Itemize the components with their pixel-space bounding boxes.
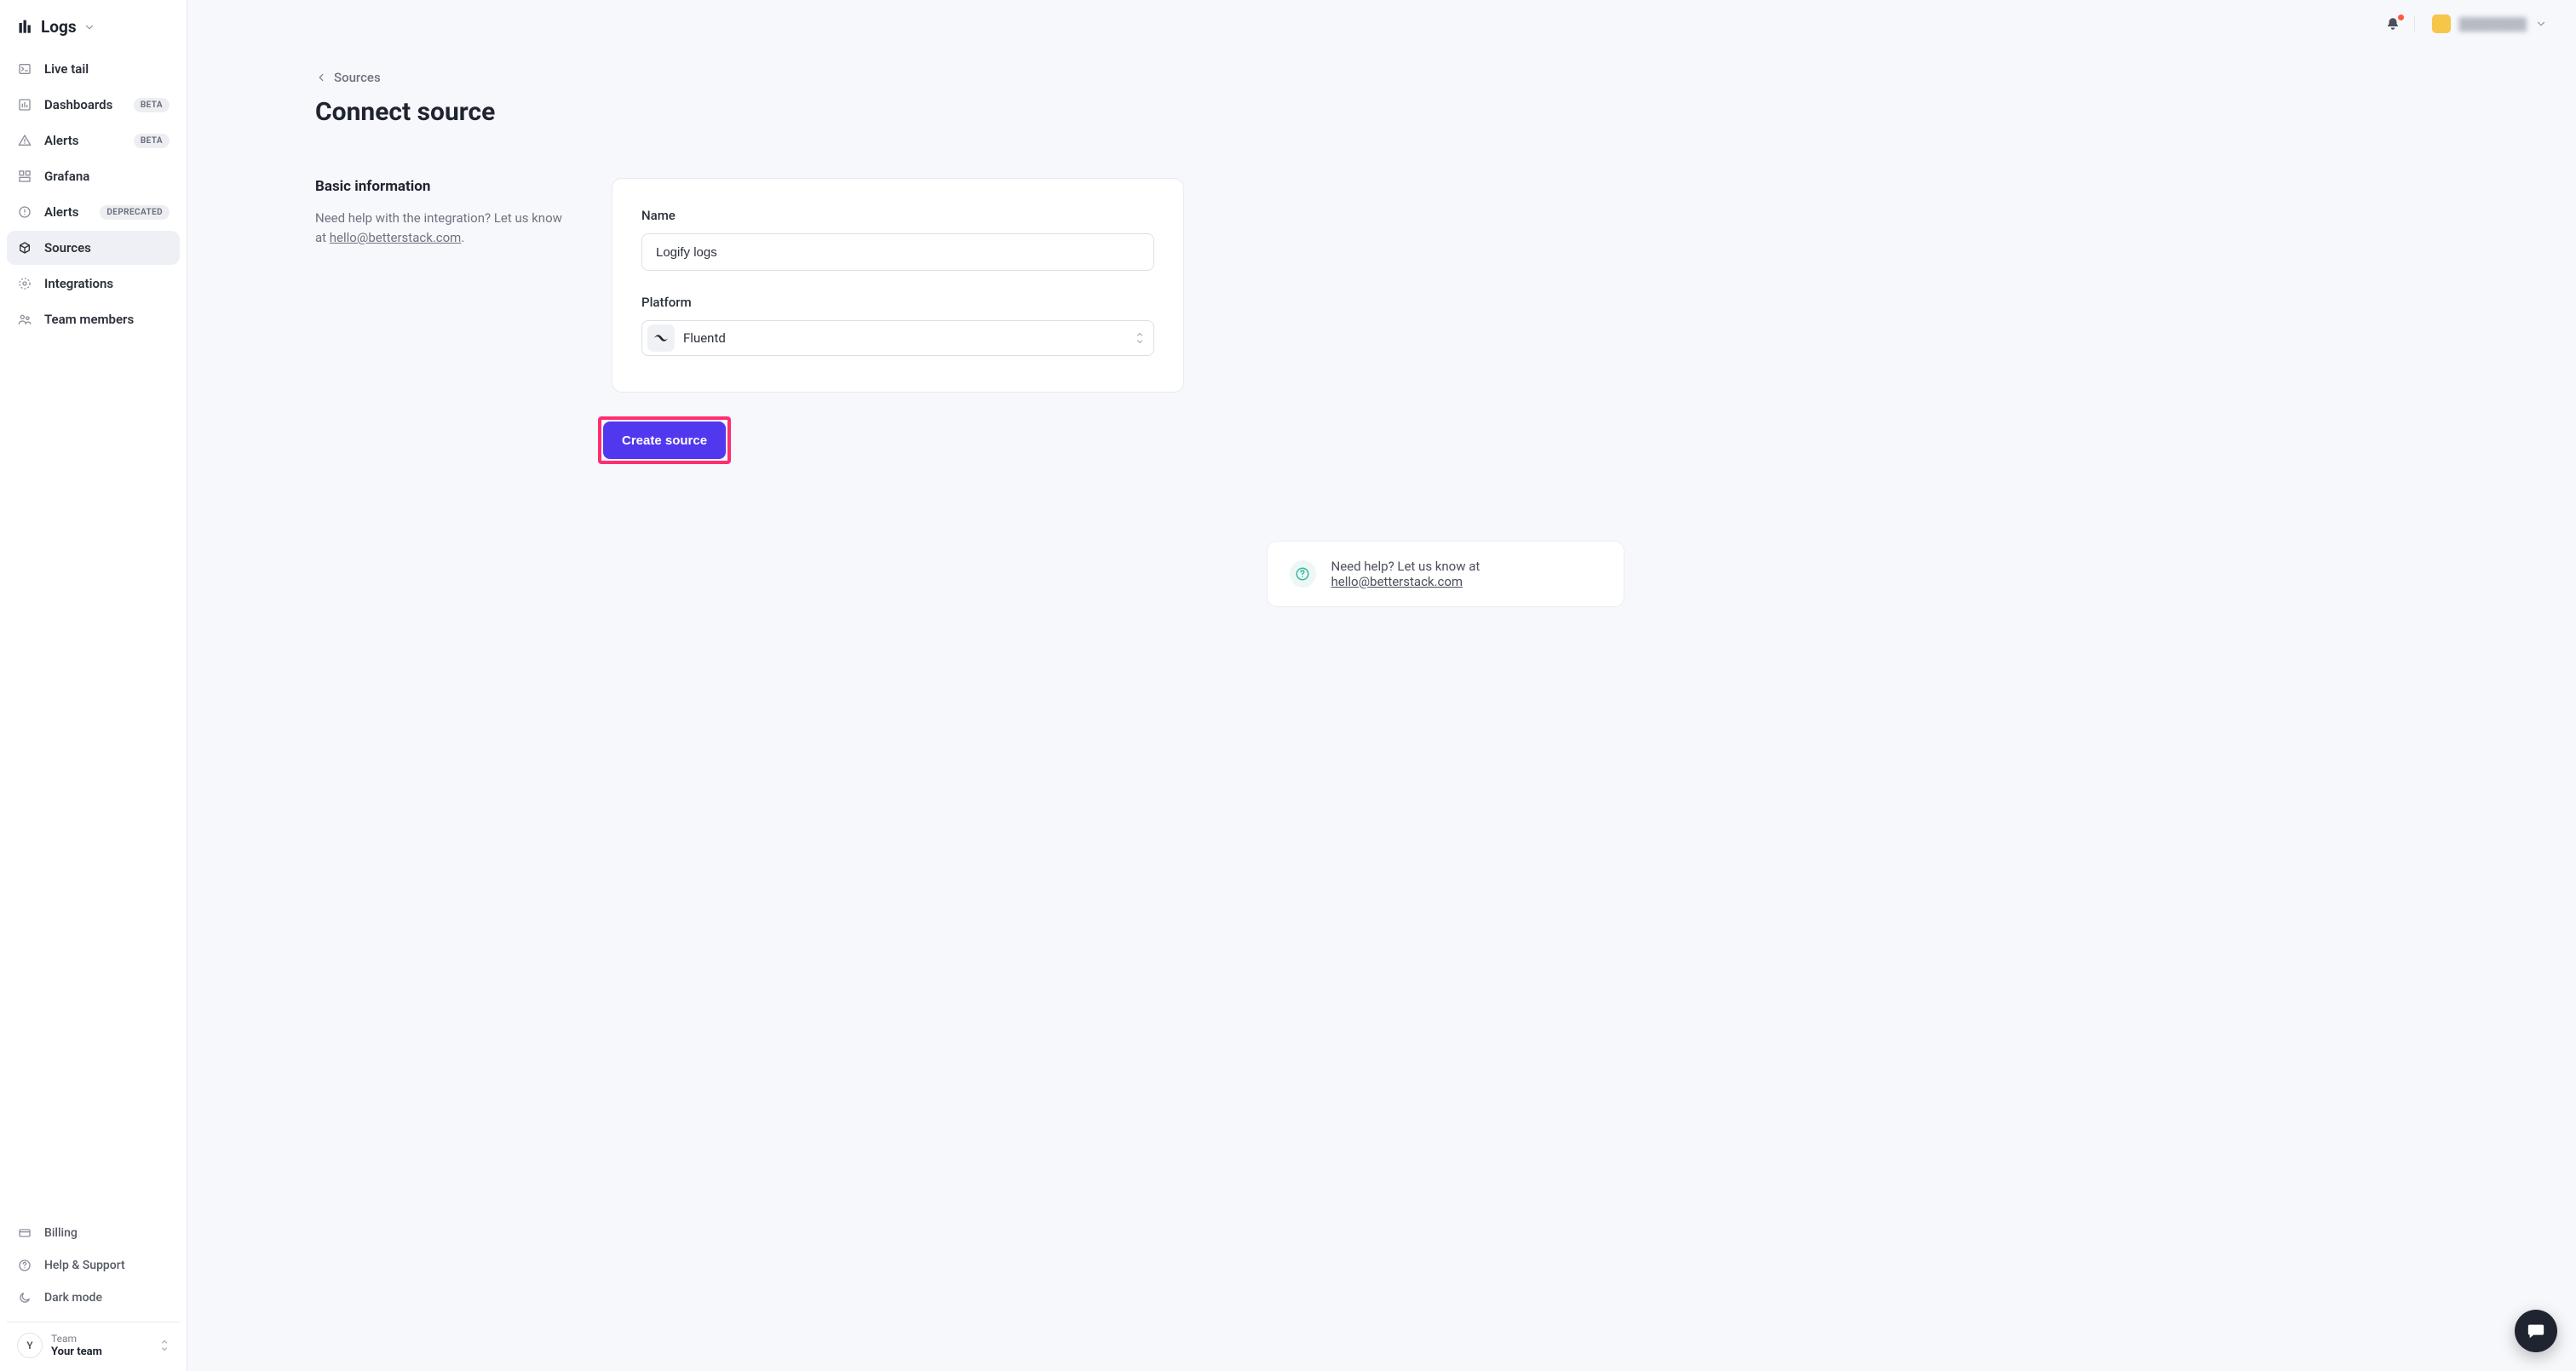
sidebar-item-label: Dashboards (44, 97, 112, 112)
sidebar-item-grafana[interactable]: Grafana (7, 159, 180, 193)
sidebar-item-live-tail[interactable]: Live tail (7, 52, 180, 86)
sidebar-item-label: Grafana (44, 169, 89, 184)
create-source-button[interactable]: Create source (603, 422, 726, 459)
sidebar-item-label: Team members (44, 312, 134, 327)
platform-value: Fluentd (683, 330, 726, 346)
section-help-text: Need help with the integration? Let us k… (315, 209, 571, 249)
grid-icon (17, 169, 32, 183)
page-title: Connect source (315, 97, 2576, 127)
sidebar-item-billing[interactable]: Billing (7, 1218, 180, 1248)
platform-select[interactable]: Fluentd (641, 320, 1154, 356)
sidebar-item-label: Integrations (44, 276, 113, 291)
sidebar-item-integrations[interactable]: Integrations (7, 267, 180, 301)
basic-info-section: Basic information Need help with the int… (315, 178, 1184, 393)
integrations-icon (17, 277, 32, 290)
sidebar-item-label: Alerts (44, 204, 79, 220)
name-field: Name (641, 208, 1154, 271)
sidebar-item-sources[interactable]: Sources (7, 231, 180, 265)
sidebar-item-label: Dark mode (44, 1291, 102, 1305)
name-label: Name (641, 208, 1154, 223)
alert-circle-icon (17, 205, 32, 219)
footer-help-card: Need help? Let us know at hello@betterst… (1267, 541, 1624, 607)
platform-label: Platform (641, 295, 1154, 310)
notification-dot-icon (2398, 14, 2404, 20)
sidebar-item-alerts[interactable]: Alerts BETA (7, 123, 180, 158)
product-name: Logs (41, 17, 77, 37)
main: ████████ Sources Connect source Basic in… (187, 0, 2576, 1371)
sidebar-item-darkmode[interactable]: Dark mode (7, 1282, 180, 1313)
breadcrumb-label: Sources (334, 70, 381, 85)
user-menu[interactable]: ████████ (2427, 11, 2552, 37)
sidebar-footer: Billing Help & Support Dark mode (7, 1218, 180, 1313)
team-name: Your team (51, 1345, 102, 1359)
page-content: Sources Connect source Basic information… (187, 48, 2576, 709)
form-card: Name Platform Fluentd (612, 178, 1184, 393)
team-label: Team (51, 1333, 102, 1345)
product-switcher[interactable]: Logs (7, 12, 180, 52)
deprecated-badge: DEPRECATED (100, 205, 170, 220)
sidebar-item-dashboards[interactable]: Dashboards BETA (7, 88, 180, 122)
sidebar-item-label: Billing (44, 1226, 78, 1240)
notifications-button[interactable] (2385, 16, 2415, 32)
chat-icon (2527, 1322, 2545, 1340)
sidebar-item-label: Help & Support (44, 1259, 125, 1272)
sidebar-item-label: Sources (44, 240, 91, 255)
people-icon (17, 313, 32, 326)
sidebar: Logs Live tail Dashboards BETA Alerts BE… (0, 0, 187, 1371)
form-actions: Create source (315, 416, 2576, 464)
section-sidebar: Basic information Need help with the int… (315, 178, 571, 393)
chat-button[interactable] (2515, 1310, 2557, 1352)
card-icon (17, 1226, 32, 1240)
breadcrumb[interactable]: Sources (315, 70, 2576, 85)
sidebar-item-alerts-deprecated[interactable]: Alerts DEPRECATED (7, 195, 180, 229)
cube-icon (17, 241, 32, 255)
chevrons-updown-icon (1135, 331, 1145, 345)
avatar (2432, 14, 2451, 33)
beta-badge: BETA (134, 98, 170, 112)
chevron-down-icon (2535, 18, 2547, 30)
team-switcher[interactable]: Y Team Your team (7, 1322, 180, 1362)
chart-icon (17, 98, 32, 112)
help-email-link[interactable]: hello@betterstack.com (330, 230, 462, 245)
help-icon (17, 1259, 32, 1272)
primary-nav: Live tail Dashboards BETA Alerts BETA Gr… (7, 52, 180, 336)
chevron-left-icon (315, 72, 327, 83)
section-heading: Basic information (315, 178, 571, 195)
warning-icon (17, 134, 32, 147)
name-input[interactable] (641, 233, 1154, 271)
footer-help-text: Need help? Let us know at hello@betterst… (1331, 559, 1602, 589)
create-source-highlight: Create source (598, 416, 731, 464)
sidebar-item-team[interactable]: Team members (7, 302, 180, 336)
beta-badge: BETA (134, 134, 170, 148)
sidebar-item-help[interactable]: Help & Support (7, 1250, 180, 1281)
footer-help-email-link[interactable]: hello@betterstack.com (1331, 574, 1463, 589)
sidebar-item-label: Live tail (44, 61, 89, 77)
team-avatar: Y (17, 1333, 43, 1358)
user-name: ████████ (2459, 17, 2527, 32)
chevrons-updown-icon (159, 1339, 170, 1352)
help-icon (1290, 560, 1316, 588)
chevron-down-icon (83, 21, 95, 33)
platform-field: Platform Fluentd (641, 295, 1154, 356)
sidebar-item-label: Alerts (44, 133, 79, 148)
topbar: ████████ (187, 0, 2576, 48)
fluentd-icon (647, 324, 675, 352)
logo-icon (17, 19, 34, 36)
moon-icon (17, 1291, 32, 1305)
terminal-icon (17, 62, 32, 76)
